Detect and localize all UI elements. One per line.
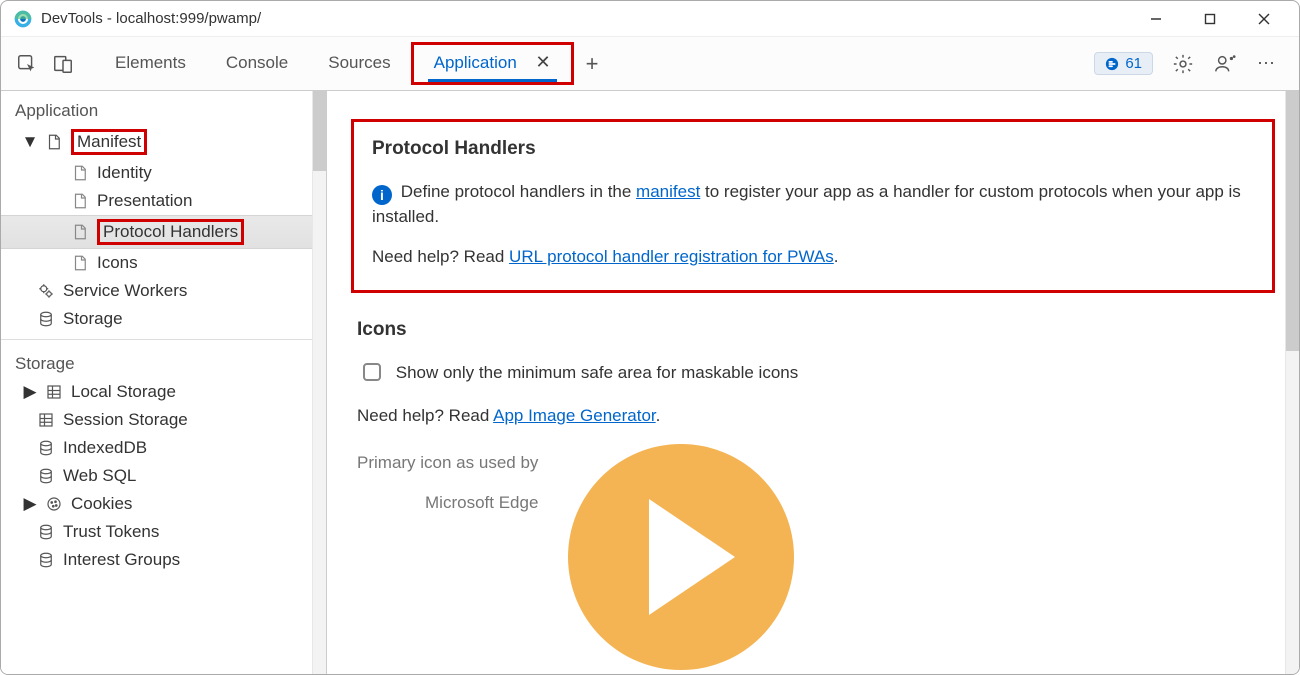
tree-label: Web SQL xyxy=(63,466,136,486)
play-triangle-icon xyxy=(649,499,735,615)
document-icon xyxy=(45,133,63,151)
sidebar-item-storage[interactable]: Storage xyxy=(1,305,312,333)
tree-label: IndexedDB xyxy=(63,438,147,458)
sidebar-item-websql[interactable]: Web SQL xyxy=(1,462,312,490)
protocol-handlers-label: Protocol Handlers xyxy=(97,219,244,245)
database-icon xyxy=(37,310,55,328)
sidebar-item-protocol-handlers[interactable]: Protocol Handlers xyxy=(1,215,312,249)
document-icon xyxy=(71,223,89,241)
sidebar-item-indexeddb[interactable]: IndexedDB xyxy=(1,434,312,462)
tree-label: Interest Groups xyxy=(63,550,180,570)
table-icon xyxy=(45,383,63,401)
database-icon xyxy=(37,551,55,569)
tree-label: Icons xyxy=(97,253,138,273)
primary-icon-row: Primary icon as used by Microsoft Edge xyxy=(357,444,1269,670)
protocol-help-link[interactable]: URL protocol handler registration for PW… xyxy=(509,247,834,266)
window-titlebar: DevTools - localhost:999/pwamp/ xyxy=(1,1,1299,37)
sidebar-scrollbar[interactable] xyxy=(312,91,326,674)
tab-application[interactable]: Application ✕ xyxy=(411,42,574,85)
device-toggle-icon[interactable] xyxy=(51,52,75,76)
scrollbar-thumb[interactable] xyxy=(313,91,327,171)
application-sidebar: Application ▼ Manifest Identity Presenta… xyxy=(1,91,327,674)
table-icon xyxy=(37,411,55,429)
window-close-button[interactable] xyxy=(1241,3,1287,35)
maskable-safe-area-checkbox[interactable] xyxy=(363,363,381,381)
sidebar-item-service-workers[interactable]: Service Workers xyxy=(1,277,312,305)
protocol-help-text: Need help? Read URL protocol handler reg… xyxy=(372,245,1254,270)
tree-label: Presentation xyxy=(97,191,192,211)
cookie-icon xyxy=(45,495,63,513)
sidebar-item-cookies[interactable]: ▶ Cookies xyxy=(1,490,312,518)
settings-gear-icon[interactable] xyxy=(1171,52,1195,76)
disclosure-triangle-down-icon[interactable]: ▼ xyxy=(23,132,37,152)
gears-icon xyxy=(37,282,55,300)
window-maximize-button[interactable] xyxy=(1187,3,1233,35)
info-icon: i xyxy=(372,185,392,205)
application-content: Protocol Handlers i Define protocol hand… xyxy=(327,91,1299,674)
icons-heading: Icons xyxy=(357,319,1269,341)
sidebar-item-session-storage[interactable]: Session Storage xyxy=(1,406,312,434)
disclosure-triangle-right-icon[interactable]: ▶ xyxy=(23,494,37,514)
add-tab-button[interactable]: + xyxy=(574,51,611,77)
tree-label: Identity xyxy=(97,163,152,183)
feedback-icon[interactable] xyxy=(1213,52,1237,76)
checkbox-label: Show only the minimum safe area for mask… xyxy=(396,363,799,382)
tree-label: Service Workers xyxy=(63,281,187,301)
protocol-handlers-heading: Protocol Handlers xyxy=(372,138,1254,160)
devtools-window: DevTools - localhost:999/pwamp/ Elements… xyxy=(0,0,1300,675)
sidebar-item-icons[interactable]: Icons xyxy=(1,249,312,277)
app-image-generator-link[interactable]: App Image Generator xyxy=(493,406,656,425)
database-icon xyxy=(37,523,55,541)
icons-checkbox-row: Show only the minimum safe area for mask… xyxy=(363,361,1269,386)
database-icon xyxy=(37,439,55,457)
devtools-app-icon xyxy=(13,9,33,29)
tree-label: Trust Tokens xyxy=(63,522,159,542)
sidebar-item-interest-groups[interactable]: Interest Groups xyxy=(1,546,312,574)
document-icon xyxy=(71,164,89,182)
tab-sources[interactable]: Sources xyxy=(308,43,410,85)
sidebar-item-presentation[interactable]: Presentation xyxy=(1,187,312,215)
primary-icon-caption: Primary icon as used by Microsoft Edge xyxy=(357,444,538,515)
tree-label: Session Storage xyxy=(63,410,188,430)
tree-label: Local Storage xyxy=(71,382,176,402)
sidebar-item-local-storage[interactable]: ▶ Local Storage xyxy=(1,378,312,406)
scrollbar-thumb[interactable] xyxy=(1286,91,1299,351)
manifest-label: Manifest xyxy=(71,129,147,155)
issues-count: 61 xyxy=(1125,55,1142,72)
sidebar-section-storage: Storage xyxy=(1,344,312,378)
more-menu-icon[interactable]: ⋯ xyxy=(1255,52,1279,76)
tab-label: Application xyxy=(434,53,517,72)
window-title: DevTools - localhost:999/pwamp/ xyxy=(41,10,1125,27)
tree-label: Storage xyxy=(63,309,123,329)
tab-elements[interactable]: Elements xyxy=(95,43,206,85)
primary-app-icon xyxy=(568,444,794,670)
sidebar-divider xyxy=(1,339,312,340)
inspect-element-icon[interactable] xyxy=(15,52,39,76)
main-area: Application ▼ Manifest Identity Presenta… xyxy=(1,91,1299,674)
tree-label: Cookies xyxy=(71,494,132,514)
icons-panel: Icons Show only the minimum safe area fo… xyxy=(351,293,1275,674)
close-icon[interactable]: ✕ xyxy=(536,52,551,72)
manifest-link[interactable]: manifest xyxy=(636,182,700,201)
protocol-handlers-panel: Protocol Handlers i Define protocol hand… xyxy=(351,119,1275,293)
icons-help-text: Need help? Read App Image Generator. xyxy=(357,404,1269,429)
issues-counter[interactable]: 61 xyxy=(1094,52,1153,75)
document-icon xyxy=(71,192,89,210)
window-minimize-button[interactable] xyxy=(1133,3,1179,35)
database-icon xyxy=(37,467,55,485)
sidebar-item-trust-tokens[interactable]: Trust Tokens xyxy=(1,518,312,546)
content-scrollbar[interactable] xyxy=(1285,91,1299,674)
sidebar-item-manifest[interactable]: ▼ Manifest xyxy=(1,125,312,159)
disclosure-triangle-right-icon[interactable]: ▶ xyxy=(23,382,37,402)
devtools-tabstrip: Elements Console Sources Application ✕ +… xyxy=(1,37,1299,91)
sidebar-section-application: Application xyxy=(1,91,312,125)
tab-console[interactable]: Console xyxy=(206,43,308,85)
sidebar-item-identity[interactable]: Identity xyxy=(1,159,312,187)
protocol-intro-text: i Define protocol handlers in the manife… xyxy=(372,180,1254,229)
document-icon xyxy=(71,254,89,272)
